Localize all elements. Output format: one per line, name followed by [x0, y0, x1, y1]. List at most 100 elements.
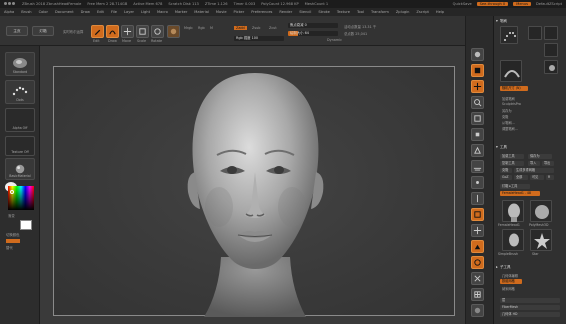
m-toggle[interactable]: M [210, 26, 213, 30]
goz-button[interactable]: GoZ [500, 175, 512, 180]
polyf-button[interactable] [471, 288, 484, 301]
tool-thumb-femalehead[interactable] [502, 200, 524, 222]
move-view-button[interactable] [471, 224, 484, 237]
rgb-toggle[interactable]: Rgb [198, 26, 205, 30]
menu-layer[interactable]: Layer [124, 10, 134, 14]
goz-visible-button[interactable]: 可见 [530, 175, 544, 180]
from-brush-item[interactable]: 从笔刷... [502, 120, 515, 125]
brush-thumb-2[interactable] [528, 26, 542, 40]
palette-collapse-icon[interactable]: ▾ [496, 19, 498, 23]
focal-shift-slider[interactable]: 焦点衰减 0 [288, 23, 338, 28]
sculptrispro-item[interactable]: SculptrisPro [502, 102, 521, 106]
menu-marker[interactable]: Marker [175, 10, 187, 14]
color-picker[interactable] [8, 186, 34, 210]
menu-help[interactable]: Help [436, 10, 444, 14]
draw-size-slider[interactable]: 绘制大小 64 [288, 31, 338, 36]
brush-thumb-3[interactable] [544, 26, 558, 40]
actual-button[interactable] [471, 112, 484, 125]
copy-tool-button[interactable]: 复制工具 [500, 161, 524, 166]
tool-thumb-simplebrush[interactable] [502, 229, 524, 251]
menu-stencil[interactable]: Stencil [299, 10, 311, 14]
transp-button[interactable] [471, 304, 484, 317]
tool-thumb-polymesh[interactable] [530, 200, 552, 222]
import-tool-button[interactable]: 导入 [528, 161, 540, 166]
texture-off-tile[interactable]: Texture Off [5, 136, 35, 156]
bpr-button[interactable] [471, 48, 484, 61]
menu-movie[interactable]: Movie [216, 10, 227, 14]
mrgb-toggle[interactable]: Mrgb [184, 26, 193, 30]
zadd-toggle[interactable]: Zadd [234, 26, 247, 30]
rotate-view-button[interactable] [471, 256, 484, 269]
local-button[interactable] [471, 176, 484, 189]
brush-thumb-6[interactable] [544, 60, 558, 74]
material-tile[interactable]: BasicMaterial [5, 158, 35, 180]
livebool-button[interactable]: 实时布尔运算 [63, 29, 83, 34]
tool-collapse-icon[interactable]: ▾ [496, 145, 498, 149]
brush-thumb-5[interactable] [500, 60, 522, 82]
lightbox-tools-button[interactable]: 灯箱 ▸工具 [500, 184, 530, 189]
viewport[interactable] [40, 46, 465, 324]
default-zscript-button[interactable]: DefaultZScript [536, 2, 562, 6]
tool-thumb-star[interactable] [530, 229, 552, 251]
layers-row[interactable]: 层 [500, 298, 560, 303]
fibermesh-row[interactable]: FiberMesh [500, 305, 560, 310]
menu-zscript[interactable]: Zscript [416, 10, 428, 14]
brush-palette-header[interactable]: ▾ 笔刷 [496, 18, 507, 24]
menu-alpha[interactable]: Alpha [4, 10, 14, 14]
lsym-button[interactable] [471, 192, 484, 205]
see-through-slider[interactable]: See-through 0 [476, 2, 509, 6]
current-tool-slider[interactable]: FemaleHead1 . 48 [500, 191, 540, 196]
home-button[interactable]: 主页 [6, 26, 28, 36]
clone-brush-item[interactable]: 克隆 [502, 114, 508, 119]
menu-preferences[interactable]: Preferences [251, 10, 272, 14]
tool-palette-header[interactable]: ▾ 工具 [496, 144, 507, 150]
menu-document[interactable]: Document [55, 10, 74, 14]
menu-picker[interactable]: Picker [234, 10, 245, 14]
menu-transform[interactable]: Transform [371, 10, 389, 14]
alpha-off-tile[interactable]: Alpha Off [5, 108, 35, 132]
menu-color[interactable]: Color [39, 10, 48, 14]
alternate-color-toggle[interactable] [6, 239, 20, 243]
save-as-item[interactable]: 另存为 [502, 108, 512, 113]
menu-material[interactable]: Material [194, 10, 209, 14]
edit-icon[interactable] [91, 25, 104, 38]
female-head-model[interactable] [54, 67, 456, 317]
brush-thumb-4[interactable] [544, 43, 558, 57]
move-icon[interactable] [121, 25, 134, 38]
export-tool-button[interactable]: 导出 [542, 161, 554, 166]
nanomesh-item[interactable]: 纳米网格 [502, 286, 515, 291]
subtool-header[interactable]: ▸ 子工具 [496, 264, 511, 270]
linefill-button[interactable] [471, 272, 484, 285]
geometry-hd-row[interactable]: 几何体 HD [500, 312, 560, 317]
draw-icon[interactable] [106, 25, 119, 38]
persp-button[interactable] [471, 144, 484, 157]
stroke-dots-tile[interactable]: Dots [5, 80, 35, 104]
menus-button[interactable]: Menus [513, 2, 531, 6]
menu-tool[interactable]: Tool [357, 10, 364, 14]
subtool-collapse-icon[interactable]: ▸ [496, 265, 498, 269]
dynamic-toggle[interactable]: Dynamic [327, 38, 342, 42]
menu-texture[interactable]: Texture [337, 10, 350, 14]
lightbox-button[interactable]: 灯箱 [32, 26, 54, 36]
color-picker-cursor[interactable] [10, 190, 14, 194]
menu-zplugin[interactable]: Zplugin [396, 10, 410, 14]
menu-light[interactable]: Light [141, 10, 150, 14]
menu-render[interactable]: Render [279, 10, 292, 14]
frame-button[interactable] [471, 208, 484, 221]
main-color-swatch[interactable] [20, 220, 32, 230]
window-controls[interactable] [4, 2, 16, 6]
load-tool-button[interactable]: 加载工具 [500, 154, 524, 159]
zoom-button[interactable] [471, 96, 484, 109]
brush-standard-tile[interactable]: Standard [5, 52, 35, 76]
goz-r-button[interactable]: R [546, 175, 554, 180]
save-tool-button[interactable]: 保存为 [528, 154, 552, 159]
goz-all-button[interactable]: 全部 [514, 175, 528, 180]
gradient-toggle[interactable]: 渐变 [8, 213, 15, 218]
brush-thumb-standard[interactable] [500, 26, 518, 44]
floor-button[interactable] [471, 160, 484, 173]
rotate-icon[interactable] [151, 25, 164, 38]
scroll-button[interactable] [471, 80, 484, 93]
geometry-edit-item[interactable]: 几何体编辑 [502, 273, 518, 278]
document-canvas[interactable] [53, 66, 456, 317]
menu-macro[interactable]: Macro [157, 10, 168, 14]
